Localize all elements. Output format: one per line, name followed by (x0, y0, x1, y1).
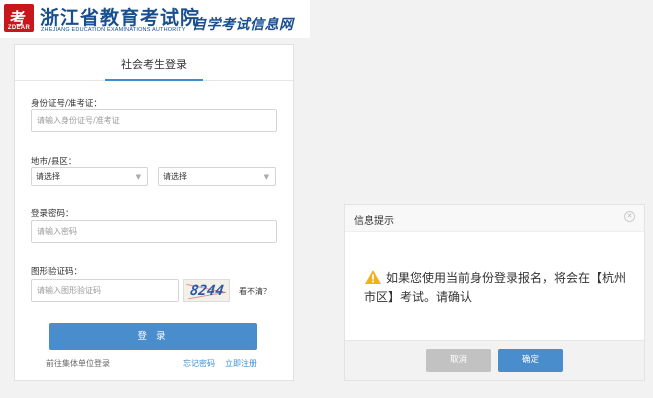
county-select[interactable]: 请选择 ▼ (158, 167, 276, 186)
id-label: 身份证号/准考证： (31, 99, 102, 109)
logo-text: ZDEAR (7, 25, 31, 31)
chevron-down-icon: ▼ (135, 173, 141, 181)
captcha-text: 8244 (188, 283, 225, 299)
site-logo: 考 ZDEAR (4, 4, 34, 32)
tab-social-login[interactable]: 社会考生登录 (105, 56, 203, 72)
site-title: 浙江省教育考试院 (40, 7, 201, 29)
dialog-footer: 取消 确定 (345, 340, 644, 380)
city-select-value: 请选择 (36, 172, 60, 181)
dialog-message: 如果您使用当前身份登录报名，将会在【杭州市区】考试。请确认 (364, 269, 636, 307)
register-link[interactable]: 立即注册 (225, 358, 257, 369)
id-number-input[interactable] (31, 109, 277, 132)
dialog-title: 信息提示 (354, 216, 394, 227)
password-label: 登录密码： (31, 209, 74, 219)
region-label: 地市/县区： (31, 157, 77, 167)
captcha-input[interactable] (31, 279, 179, 302)
site-header: 考 ZDEAR 浙江省教育考试院 ZHEJIANG EDUCATION EXAM… (0, 0, 310, 38)
county-select-value: 请选择 (163, 172, 187, 181)
dialog-message-text: 如果您使用当前身份登录报名，将会在【杭州市区】考试。请确认 (364, 271, 627, 304)
tab-active-indicator (105, 79, 203, 81)
dialog-header: 信息提示 ✕ (345, 205, 644, 232)
close-icon[interactable]: ✕ (624, 211, 635, 222)
site-subtitle: ZHEJIANG EDUCATION EXAMINATIONS AUTHORIT… (41, 27, 186, 33)
login-button[interactable]: 登 录 (49, 323, 257, 350)
cancel-button[interactable]: 取消 (426, 349, 491, 372)
password-input[interactable] (31, 220, 277, 243)
site-slogan: 自学考试信息网 (192, 17, 294, 33)
warning-icon (365, 270, 381, 284)
group-login-link[interactable]: 前往集体单位登录 (46, 358, 110, 369)
captcha-label: 图形验证码： (31, 267, 83, 277)
forgot-password-link[interactable]: 忘记密码 (183, 358, 215, 369)
city-select[interactable]: 请选择 ▼ (31, 167, 148, 186)
captcha-refresh-link[interactable]: 看不清？ (239, 286, 271, 297)
login-tabs: 社会考生登录 (15, 45, 293, 81)
chevron-down-icon: ▼ (263, 173, 269, 181)
captcha-image[interactable]: 8244 (183, 279, 230, 302)
login-card: 社会考生登录 身份证号/准考证： 地市/县区： 请选择 ▼ 请选择 ▼ 登录密码… (14, 44, 294, 381)
confirm-button[interactable]: 确定 (498, 349, 563, 372)
info-dialog: 信息提示 ✕ 如果您使用当前身份登录报名，将会在【杭州市区】考试。请确认 取消 … (344, 204, 645, 381)
